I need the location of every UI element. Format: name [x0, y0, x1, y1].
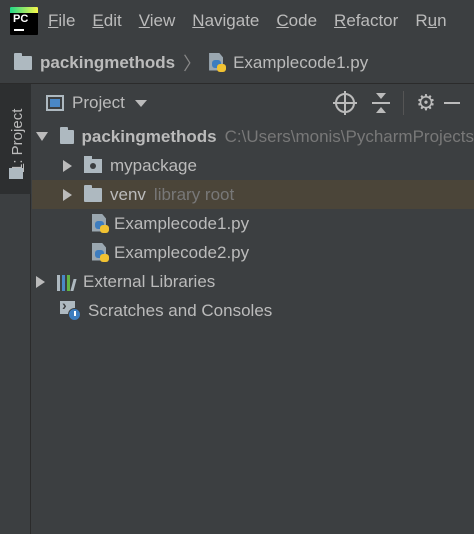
tree-item-external-libraries[interactable]: External Libraries — [32, 267, 474, 296]
python-file-icon — [209, 52, 227, 73]
menu-code[interactable]: Code — [276, 11, 317, 31]
breadcrumb-separator: 〉 — [183, 53, 202, 74]
project-view-selector[interactable]: Project — [72, 93, 125, 113]
collapsed-arrow-icon[interactable] — [36, 275, 45, 288]
tree-item-scratches[interactable]: Scratches and Consoles — [32, 296, 474, 325]
gear-icon: ⚙ — [416, 90, 436, 115]
tree-item-venv[interactable]: venv library root — [32, 180, 474, 209]
python-file-icon — [92, 213, 110, 234]
toolbar-divider — [403, 91, 404, 115]
collapsed-arrow-icon[interactable] — [63, 159, 72, 172]
project-panel-header: Project ⚙ — [32, 84, 474, 122]
breadcrumb-file[interactable]: Examplecode1.py — [233, 53, 368, 73]
settings-button[interactable]: ⚙ — [408, 84, 444, 122]
libraries-icon — [57, 273, 77, 291]
collapse-all-button[interactable] — [363, 84, 399, 122]
collapse-all-icon — [372, 93, 390, 113]
crosshair-icon — [333, 91, 357, 115]
menu-refactor[interactable]: Refactor — [334, 11, 398, 31]
breadcrumb: packingmethods 〉 Examplecode1.py — [0, 42, 474, 84]
minus-icon — [444, 102, 460, 104]
locate-button[interactable] — [327, 84, 363, 122]
collapsed-arrow-icon[interactable] — [63, 188, 72, 201]
folder-icon — [60, 126, 74, 144]
folder-icon — [14, 52, 32, 70]
tree-item-mypackage[interactable]: mypackage — [32, 151, 474, 180]
folder-icon — [84, 184, 102, 202]
pycharm-logo-icon: PC — [10, 7, 38, 35]
hide-panel-button[interactable] — [444, 84, 474, 122]
menu-navigate[interactable]: Navigate — [192, 11, 259, 31]
breadcrumb-project[interactable]: packingmethods — [40, 53, 175, 73]
menu-file[interactable]: File — [48, 11, 75, 31]
project-tool-tab[interactable]: 1: Project — [0, 84, 31, 194]
tree-item-examplecode2[interactable]: Examplecode2.py — [32, 238, 474, 267]
menu-view[interactable]: View — [139, 11, 176, 31]
expand-arrow-icon[interactable] — [36, 132, 48, 141]
menu-run[interactable]: Run — [415, 11, 446, 31]
menu-edit[interactable]: Edit — [92, 11, 121, 31]
tool-window-strip: 1: Project — [0, 84, 31, 534]
menu-bar: PC File Edit View Navigate Code Refactor… — [0, 0, 474, 42]
project-tool-tab-label: 1: Project — [9, 108, 26, 172]
tree-item-examplecode1[interactable]: Examplecode1.py — [32, 209, 474, 238]
tree-item-packingmethods[interactable]: packingmethods C:\Users\monis\PycharmPro… — [32, 122, 474, 151]
scratches-icon — [60, 297, 82, 321]
project-panel: Project ⚙ packingmethods C:\Users\monis\… — [32, 84, 474, 534]
python-file-icon — [92, 242, 110, 263]
chevron-down-icon[interactable] — [134, 99, 147, 107]
project-view-icon — [46, 95, 64, 111]
package-folder-icon — [84, 155, 102, 173]
folder-icon — [9, 168, 23, 179]
